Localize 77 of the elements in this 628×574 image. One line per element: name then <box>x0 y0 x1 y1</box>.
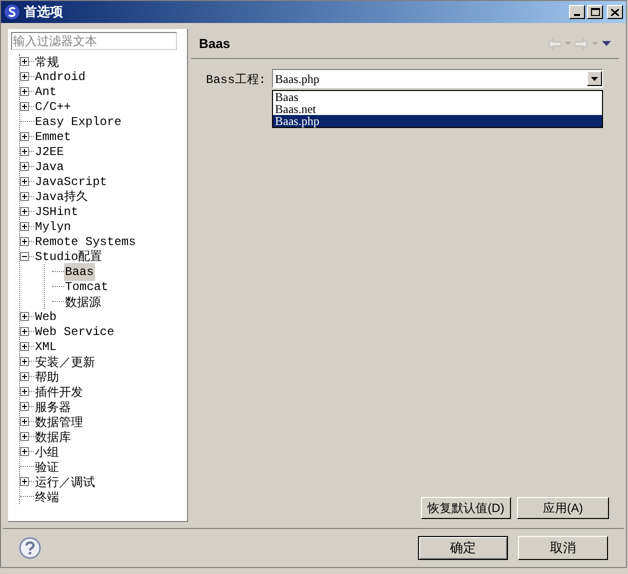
app-logo-icon <box>4 4 20 20</box>
expand-toggle-icon[interactable] <box>20 402 29 411</box>
dropdown-option[interactable]: Baas <box>273 91 602 103</box>
tree-item[interactable]: 运行／调试 <box>34 472 96 490</box>
tree-item[interactable]: 验证 <box>34 458 60 476</box>
expand-toggle-icon[interactable] <box>20 57 29 66</box>
tree-item[interactable]: C/C++ <box>34 98 72 116</box>
expand-toggle-icon[interactable] <box>20 477 29 486</box>
maximize-button[interactable] <box>587 5 603 19</box>
expand-toggle-icon[interactable] <box>20 162 29 171</box>
tree-item[interactable]: Java <box>34 158 65 176</box>
tree-item[interactable]: Java持久 <box>34 188 89 206</box>
dropdown-option[interactable]: Baas.php <box>273 115 602 127</box>
tree-item[interactable]: Web Service <box>34 322 116 340</box>
tree-item[interactable]: Tomcat <box>64 278 110 296</box>
tree-item[interactable]: Web <box>34 308 58 326</box>
dropdown-arrow-icon <box>591 76 598 80</box>
expand-toggle-icon[interactable] <box>20 432 29 441</box>
expand-toggle-icon[interactable] <box>20 372 29 381</box>
tree-item[interactable]: JavaScript <box>34 172 108 190</box>
tree-item[interactable]: Android <box>34 68 86 86</box>
close-button[interactable] <box>607 5 623 19</box>
dropdown-option[interactable]: Baas.net <box>273 103 602 115</box>
page-title: Baas <box>199 34 230 53</box>
expand-toggle-icon[interactable] <box>20 417 29 426</box>
tree-item[interactable]: Easy Explore <box>34 112 122 130</box>
tree-item[interactable]: J2EE <box>34 142 65 160</box>
expand-toggle-icon[interactable] <box>20 222 29 231</box>
expand-toggle-icon[interactable] <box>20 102 29 111</box>
tree-item[interactable]: XML <box>34 338 58 356</box>
tree-item[interactable]: 数据源 <box>64 292 102 310</box>
dropdown-button[interactable] <box>587 71 602 86</box>
tree-item[interactable]: 小组 <box>34 442 60 460</box>
expand-toggle-icon[interactable] <box>20 447 29 456</box>
tree-item[interactable]: JSHint <box>34 202 80 220</box>
project-combo-box[interactable]: Baas.php <box>272 69 604 88</box>
collapse-toggle-icon[interactable] <box>20 252 29 261</box>
tree-item[interactable]: Remote Systems <box>34 232 137 250</box>
cancel-button[interactable]: 取消 <box>518 536 608 560</box>
tree-item[interactable]: Baas <box>64 262 95 280</box>
expand-toggle-icon[interactable] <box>20 132 29 141</box>
window-title: 首选项 <box>24 3 63 22</box>
expand-toggle-icon[interactable] <box>20 207 29 216</box>
expand-toggle-icon[interactable] <box>20 147 29 156</box>
tree-item[interactable]: 常规 <box>34 52 60 70</box>
expand-toggle-icon[interactable] <box>20 237 29 246</box>
help-icon[interactable] <box>19 537 41 559</box>
expand-toggle-icon[interactable] <box>20 312 29 321</box>
menu-caret-icon[interactable] <box>602 41 611 46</box>
expand-toggle-icon[interactable] <box>20 192 29 201</box>
minimize-icon <box>574 14 580 16</box>
expand-toggle-icon[interactable] <box>20 72 29 81</box>
tree-item[interactable]: Ant <box>34 82 58 100</box>
restore-defaults-button[interactable]: 恢复默认值(D) <box>421 497 511 519</box>
expand-toggle-icon[interactable] <box>20 387 29 396</box>
filter-field[interactable]: 输入过滤器文本 <box>11 32 177 50</box>
ok-button[interactable]: 确定 <box>418 536 508 560</box>
expand-toggle-icon[interactable] <box>20 87 29 96</box>
minimize-button[interactable] <box>569 5 585 19</box>
tree-item[interactable]: 数据库 <box>34 428 72 446</box>
tree-item[interactable]: 数据管理 <box>34 412 84 430</box>
expand-toggle-icon[interactable] <box>20 342 29 351</box>
tree-item[interactable]: 安装／更新 <box>34 352 96 370</box>
expand-toggle-icon[interactable] <box>20 357 29 366</box>
tree-item[interactable]: 服务器 <box>34 398 72 416</box>
apply-button[interactable]: 应用(A) <box>517 497 609 519</box>
tree-item[interactable]: 终端 <box>34 488 60 506</box>
tree-item[interactable]: Studio配置 <box>34 248 104 266</box>
field-label: Bass工程: <box>206 72 266 89</box>
maximize-icon <box>590 8 600 16</box>
tree-item[interactable]: 插件开发 <box>34 382 84 400</box>
tree-item[interactable]: 帮助 <box>34 368 60 386</box>
tree-item[interactable]: Mylyn <box>34 218 72 236</box>
expand-toggle-icon[interactable] <box>20 177 29 186</box>
expand-toggle-icon[interactable] <box>20 327 29 336</box>
tree-item[interactable]: Emmet <box>34 128 72 146</box>
close-icon <box>611 8 619 16</box>
